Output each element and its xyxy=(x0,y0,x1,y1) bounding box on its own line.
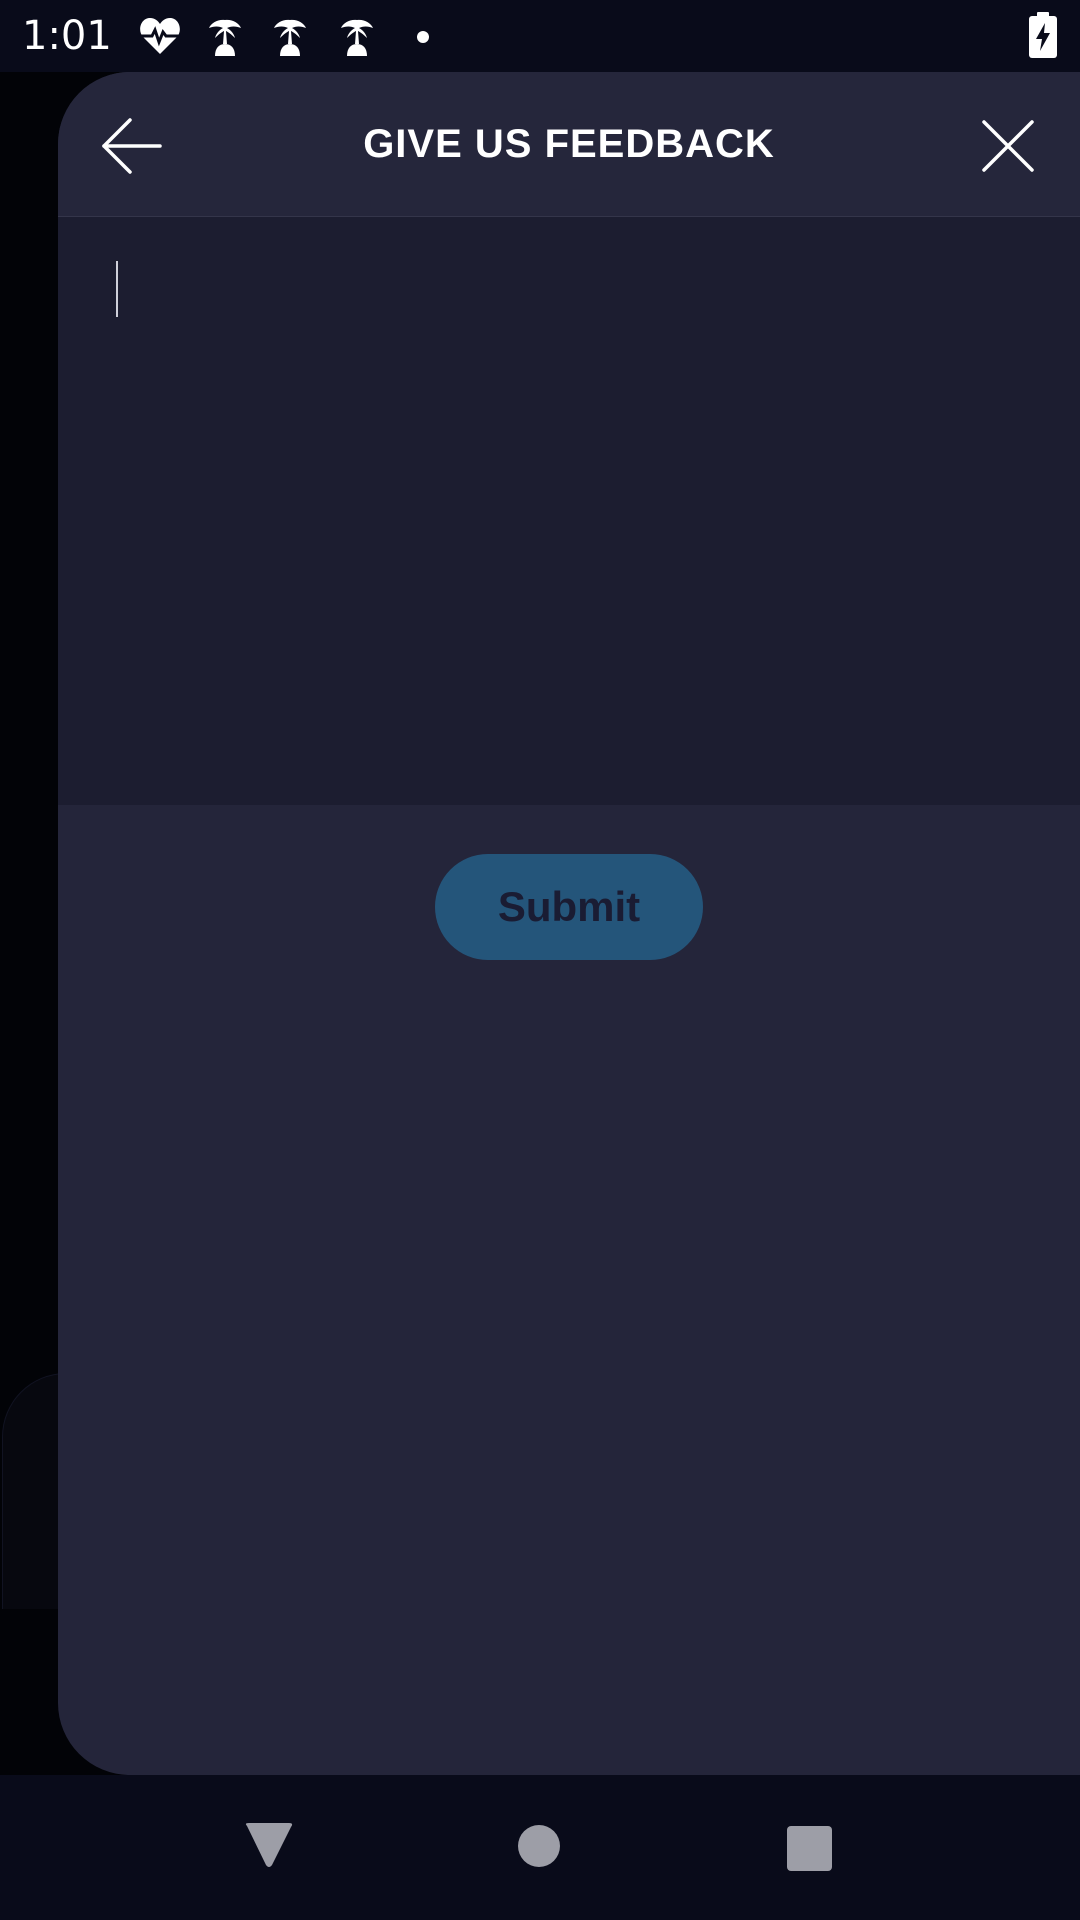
feedback-area xyxy=(58,217,1080,805)
battery-charging-icon xyxy=(1029,12,1057,58)
feedback-sheet: GIVE US FEEDBACK Submit xyxy=(58,72,1080,1775)
back-button[interactable] xyxy=(100,114,164,178)
status-bar: 1:01 xyxy=(0,0,1080,72)
feedback-input[interactable] xyxy=(58,217,1080,805)
notification-dot-icon xyxy=(417,31,429,43)
nav-home-icon[interactable] xyxy=(518,1825,560,1867)
submit-button[interactable]: Submit xyxy=(435,854,703,960)
screen: 1:01 GIVE US FEEDBACK Submit xyxy=(0,0,1080,1920)
page-title: GIVE US FEEDBACK xyxy=(363,122,775,166)
status-time: 1:01 xyxy=(22,13,112,59)
arrow-left-icon xyxy=(102,118,162,174)
nav-back-icon[interactable] xyxy=(244,1823,294,1869)
nav-recents-icon[interactable] xyxy=(787,1826,832,1871)
close-button[interactable] xyxy=(978,116,1038,176)
palm-tree-icon xyxy=(209,19,241,56)
palm-tree-icon xyxy=(274,19,306,56)
palm-tree-icon xyxy=(341,19,373,56)
sheet-header: GIVE US FEEDBACK xyxy=(58,72,1080,217)
navigation-bar xyxy=(0,1775,1080,1920)
heart-pulse-icon xyxy=(140,18,180,54)
text-cursor xyxy=(116,261,118,317)
close-icon xyxy=(982,120,1034,172)
